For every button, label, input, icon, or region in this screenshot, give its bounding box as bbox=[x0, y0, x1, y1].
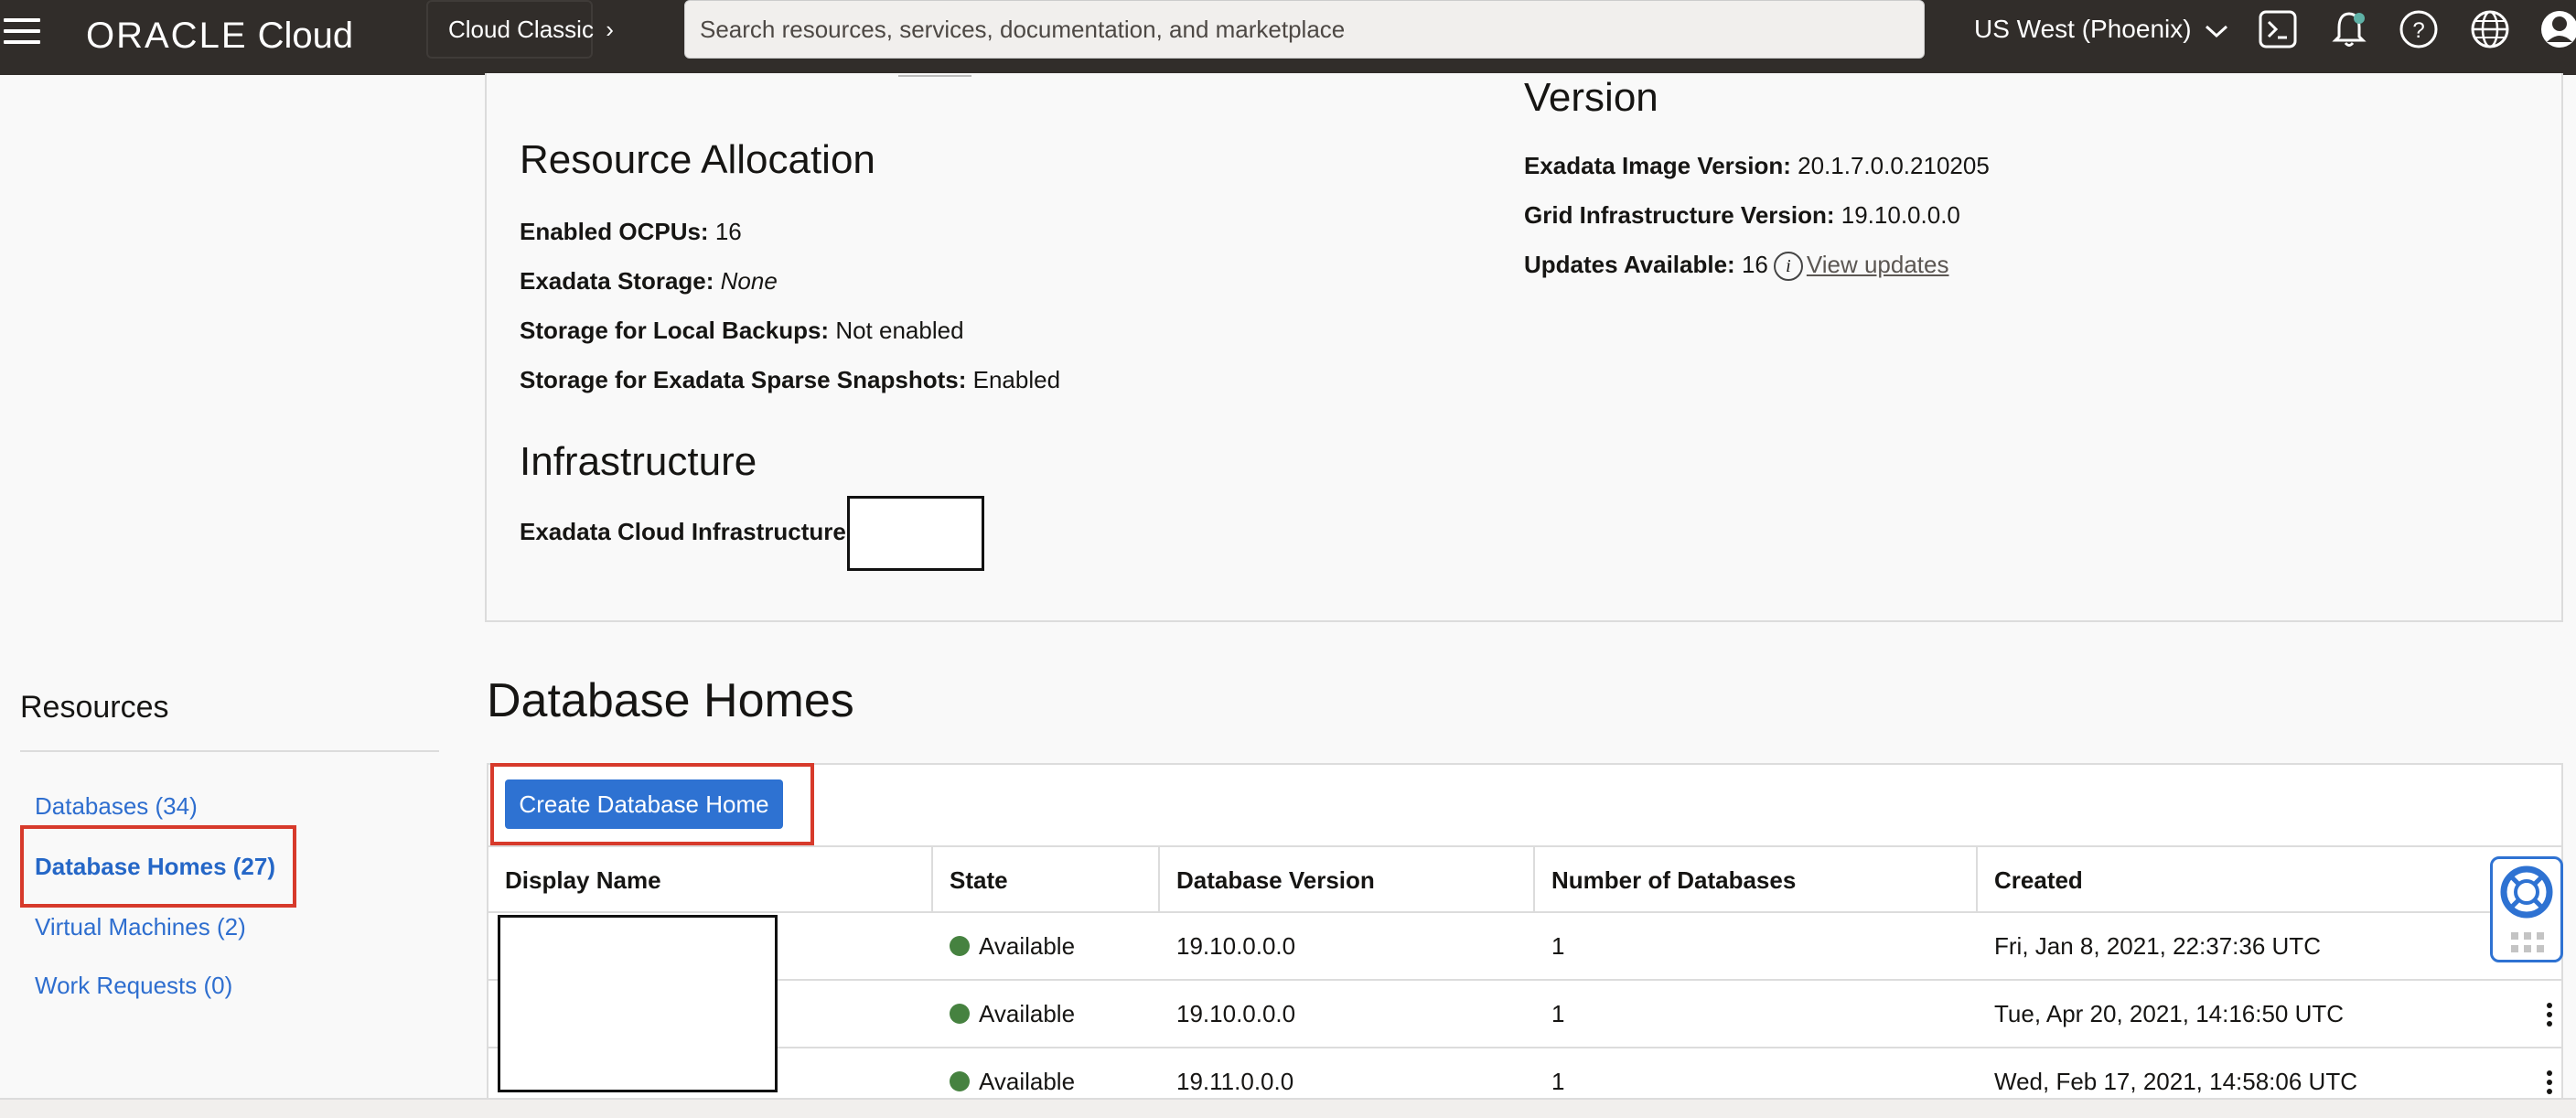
region-label: US West (Phoenix) bbox=[1974, 15, 2192, 43]
exadata-storage-value: None bbox=[720, 267, 778, 295]
row-actions-menu-icon[interactable] bbox=[2547, 1003, 2554, 1030]
column-header-state[interactable]: State bbox=[933, 847, 1160, 913]
highlight-box-create-button bbox=[490, 763, 814, 845]
local-backups-label: Storage for Local Backups: bbox=[520, 317, 830, 344]
search-input[interactable] bbox=[685, 1, 1924, 58]
sidebar-item-databases[interactable]: Databases (34) bbox=[35, 792, 198, 821]
local-backups-row: Storage for Local Backups: Not enabled bbox=[520, 315, 964, 346]
enabled-ocpus-row: Enabled OCPUs: 16 bbox=[520, 216, 742, 247]
hamburger-menu-icon[interactable] bbox=[4, 18, 40, 55]
help-icon[interactable]: ? bbox=[2399, 9, 2439, 49]
column-header-database-version[interactable]: Database Version bbox=[1160, 847, 1535, 913]
svg-text:?: ? bbox=[2412, 18, 2424, 43]
row-state: Available bbox=[933, 981, 1075, 1047]
infrastructure-heading: Infrastructure bbox=[520, 439, 757, 484]
image-version-label: Exadata Image Version: bbox=[1524, 152, 1791, 179]
grid-version-value: 19.10.0.0.0 bbox=[1841, 201, 1960, 229]
resource-allocation-heading: Resource Allocation bbox=[520, 137, 875, 182]
image-version-value: 20.1.7.0.0.210205 bbox=[1798, 152, 1990, 179]
updates-available-value: 16 bbox=[1741, 251, 1768, 278]
notifications-bell-icon[interactable] bbox=[2329, 9, 2369, 49]
cloud-classic-label: Cloud Classic bbox=[448, 16, 594, 43]
redacted-display-names[interactable] bbox=[498, 915, 778, 1092]
resources-divider bbox=[20, 750, 439, 752]
search-box[interactable] bbox=[684, 0, 1925, 59]
image-version-row: Exadata Image Version: 20.1.7.0.0.210205 bbox=[1524, 150, 1990, 181]
horizontal-scrollbar[interactable] bbox=[0, 1098, 2576, 1118]
resources-heading: Resources bbox=[20, 690, 169, 725]
enabled-ocpus-label: Enabled OCPUs: bbox=[520, 218, 709, 245]
row-number-of-databases: 1 bbox=[1551, 1000, 1565, 1027]
updates-available-row: Updates Available: 16 i View updates bbox=[1524, 249, 1949, 282]
exadata-storage-row: Exadata Storage: None bbox=[520, 265, 778, 296]
redacted-infrastructure-link[interactable] bbox=[847, 496, 984, 571]
available-status-dot-icon bbox=[950, 1071, 970, 1092]
table-row: Available 19.10.0.0.0 1 Fri, Jan 8, 2021… bbox=[488, 913, 2561, 981]
row-state-text: Available bbox=[979, 1068, 1076, 1095]
logo-oracle-text: ORACLE bbox=[86, 16, 248, 56]
sparse-snapshots-row: Storage for Exadata Sparse Snapshots: En… bbox=[520, 364, 1060, 395]
available-status-dot-icon bbox=[950, 1004, 970, 1025]
table-header: Display Name State Database Version Numb… bbox=[488, 845, 2561, 913]
exadata-storage-label: Exadata Storage: bbox=[520, 267, 714, 295]
row-number-of-databases: 1 bbox=[1551, 932, 1565, 960]
row-state: Available bbox=[933, 913, 1075, 979]
grid-version-label: Grid Infrastructure Version: bbox=[1524, 201, 1835, 229]
row-database-version: 19.10.0.0.0 bbox=[1176, 1000, 1296, 1027]
sidebar-item-virtual-machines[interactable]: Virtual Machines (2) bbox=[35, 913, 246, 941]
drag-handle-icon[interactable] bbox=[2509, 930, 2546, 954]
row-created: Fri, Jan 8, 2021, 22:37:36 UTC bbox=[1994, 932, 2321, 960]
version-heading: Version bbox=[1524, 75, 1658, 120]
top-navigation-bar: ORACLE Cloud Cloud Classic › US West (Ph… bbox=[0, 0, 2576, 75]
available-status-dot-icon bbox=[950, 936, 970, 957]
chevron-right-icon: › bbox=[606, 16, 614, 43]
row-created: Tue, Apr 20, 2021, 14:16:50 UTC bbox=[1994, 1000, 2345, 1027]
view-updates-link[interactable]: View updates bbox=[1807, 251, 1949, 278]
exadata-infrastructure-row: Exadata Cloud Infrastructure: bbox=[520, 516, 854, 547]
table-row: Available 19.10.0.0.0 1 Tue, Apr 20, 202… bbox=[488, 981, 2561, 1048]
row-state-text: Available bbox=[979, 1000, 1076, 1027]
cloud-classic-button[interactable]: Cloud Classic › bbox=[426, 0, 614, 59]
column-header-created[interactable]: Created bbox=[1978, 847, 2561, 913]
help-widget[interactable] bbox=[2490, 856, 2563, 962]
column-header-number-of-databases[interactable]: Number of Databases bbox=[1535, 847, 1978, 913]
user-profile-icon[interactable] bbox=[2539, 9, 2576, 49]
info-icon[interactable]: i bbox=[1773, 252, 1803, 282]
updates-available-label: Updates Available: bbox=[1524, 251, 1735, 278]
database-homes-heading: Database Homes bbox=[487, 674, 854, 727]
sparse-snapshots-label: Storage for Exadata Sparse Snapshots: bbox=[520, 366, 967, 393]
row-database-version: 19.10.0.0.0 bbox=[1176, 932, 1296, 960]
grid-version-row: Grid Infrastructure Version: 19.10.0.0.0 bbox=[1524, 199, 1960, 231]
lifebuoy-icon bbox=[2500, 865, 2553, 919]
cloud-shell-icon[interactable] bbox=[2258, 9, 2298, 49]
sparse-snapshots-value: Enabled bbox=[972, 366, 1061, 393]
sidebar-item-work-requests[interactable]: Work Requests (0) bbox=[35, 972, 232, 1000]
logo-cloud-text: Cloud bbox=[257, 16, 354, 56]
truncated-field bbox=[898, 71, 971, 77]
local-backups-value: Not enabled bbox=[835, 317, 964, 344]
row-state-text: Available bbox=[979, 932, 1076, 960]
highlight-box-database-homes bbox=[20, 825, 296, 908]
region-selector[interactable]: US West (Phoenix) bbox=[1974, 13, 2229, 46]
exadata-infrastructure-label: Exadata Cloud Infrastructure: bbox=[520, 518, 854, 545]
language-globe-icon[interactable] bbox=[2470, 9, 2510, 49]
chevron-down-icon bbox=[2206, 25, 2228, 38]
column-header-display-name[interactable]: Display Name bbox=[488, 847, 933, 913]
row-actions-menu-icon[interactable] bbox=[2547, 1070, 2554, 1098]
oracle-cloud-logo[interactable]: ORACLE Cloud bbox=[86, 13, 353, 59]
enabled-ocpus-value: 16 bbox=[714, 218, 742, 245]
